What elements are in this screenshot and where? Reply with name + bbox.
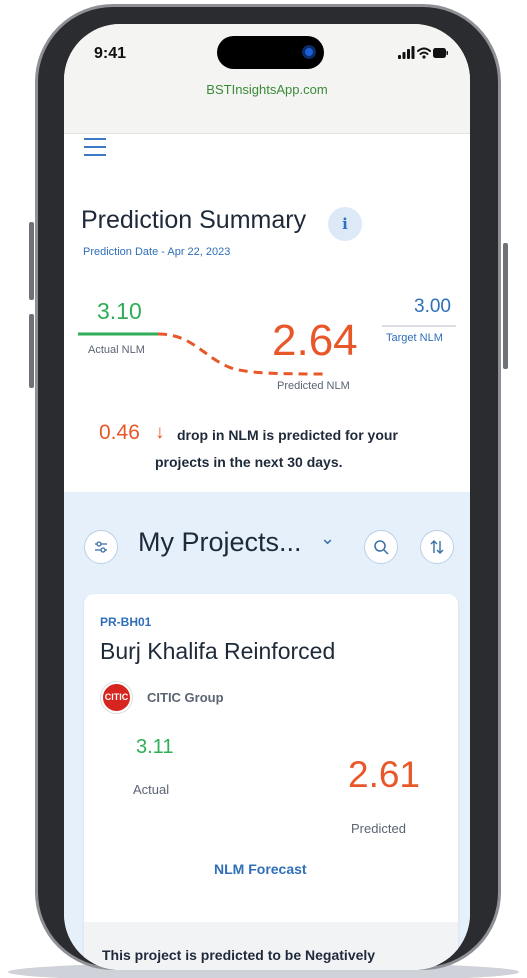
card-predicted-label: Predicted — [351, 821, 406, 836]
card-predicted-value: 2.61 — [348, 754, 421, 795]
actual-nlm-label: Actual NLM — [88, 344, 145, 356]
nlm-forecast-label: NLM Forecast — [214, 861, 307, 877]
volume-down-button — [29, 314, 34, 388]
sort-icon[interactable] — [420, 530, 454, 564]
company-logo: CITIC — [101, 682, 132, 713]
card-footer-text: This project is predicted to be Negative… — [102, 947, 376, 963]
nlm-drop-value: 0.46 — [99, 421, 140, 444]
target-nlm-value: 3.00 — [414, 296, 451, 317]
actual-nlm-value: 3.10 — [97, 298, 142, 324]
target-nlm-label: Target NLM — [386, 332, 443, 344]
volume-up-button — [29, 222, 34, 300]
trend-down-icon: ↓ — [155, 422, 165, 443]
search-icon[interactable] — [364, 530, 398, 564]
company-name: CITIC Group — [147, 690, 224, 705]
project-name: Burj Khalifa Reinforced — [100, 638, 336, 664]
app-screen: 9:41 BSTInsightsApp.com Prediction Summa… — [64, 24, 470, 970]
card-actual-value: 3.11 — [136, 736, 174, 758]
predicted-nlm-value: 2.64 — [272, 316, 358, 365]
project-code: PR-BH01 — [100, 615, 152, 629]
chevron-down-icon[interactable]: ⌄ — [320, 528, 335, 549]
filter-icon[interactable] — [84, 530, 118, 564]
card-actual-label: Actual — [133, 782, 170, 797]
drop-text-line2: projects in the next 30 days. — [155, 454, 343, 470]
drop-text-line1: drop in NLM is predicted for your — [177, 427, 398, 443]
predicted-nlm-label: Predicted NLM — [277, 380, 350, 392]
projects-dropdown[interactable]: My Projects... — [138, 527, 302, 558]
power-button — [503, 243, 508, 369]
